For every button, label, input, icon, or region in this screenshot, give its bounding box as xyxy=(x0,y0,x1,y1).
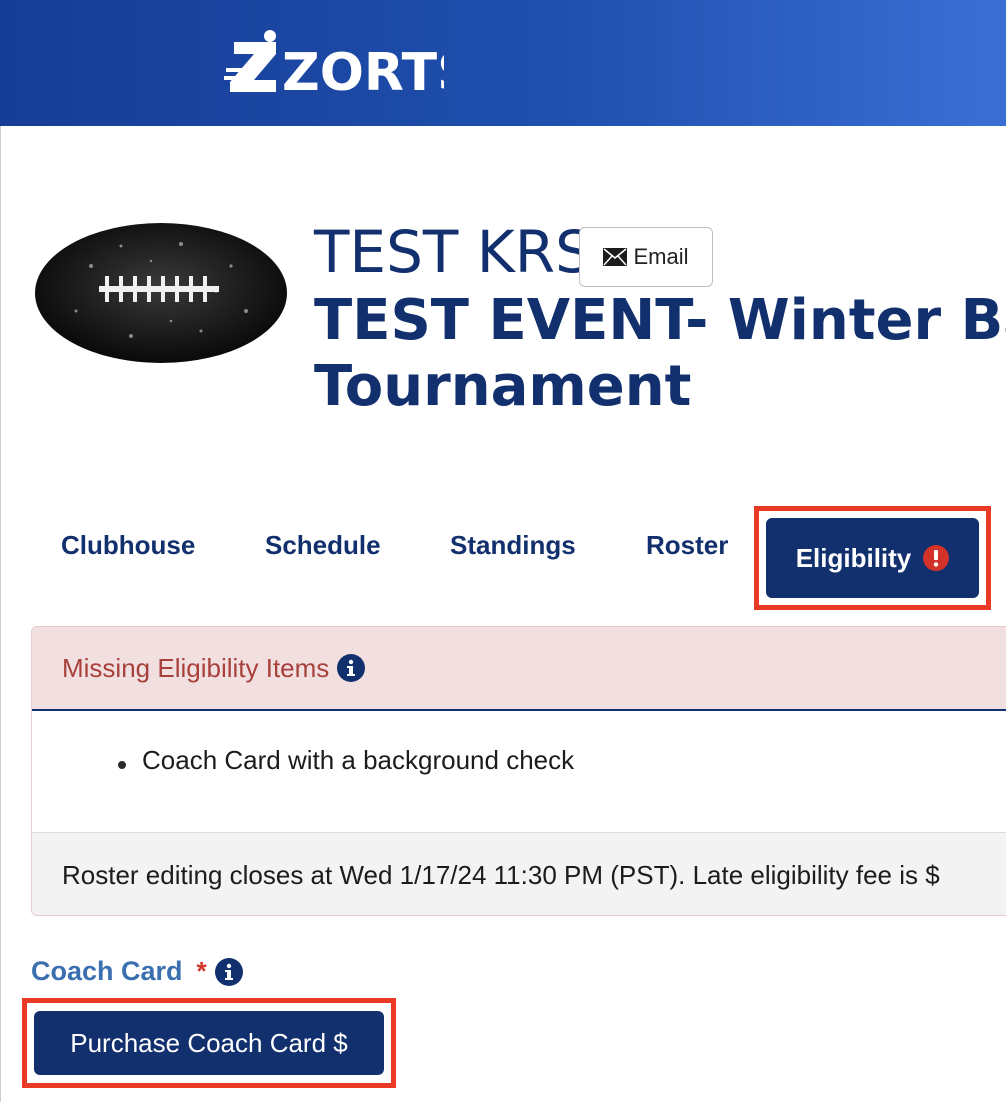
top-header-bar: ZORTS xyxy=(0,0,1006,126)
tab-standings[interactable]: Standings xyxy=(450,530,576,561)
logo-text: ZORTS xyxy=(282,43,444,100)
alert-icon xyxy=(923,545,950,571)
required-marker: * xyxy=(196,956,207,986)
panel-footer: Roster editing closes at Wed 1/17/24 11:… xyxy=(32,833,1006,915)
event-title-line-2: Tournament xyxy=(314,354,692,419)
tab-clubhouse[interactable]: Clubhouse xyxy=(61,530,195,561)
panel-title: Missing Eligibility Items xyxy=(62,652,330,683)
coach-card-label: Coach Card xyxy=(31,956,183,986)
main-content: TEST KRS Email TEST EVENT- Winter Bash T… xyxy=(0,126,1006,1102)
envelope-icon xyxy=(603,248,628,266)
list-item: Coach Card with a background check xyxy=(142,745,575,775)
missing-eligibility-panel: Missing Eligibility Items Coach Card wit… xyxy=(31,626,1006,916)
email-button-label: Email xyxy=(633,244,689,269)
zorts-logo[interactable]: ZORTS xyxy=(224,28,444,100)
event-tabs: Clubhouse Schedule Standings Roster Elig… xyxy=(1,506,1006,610)
info-icon[interactable] xyxy=(214,957,243,986)
email-button[interactable]: Email xyxy=(579,227,713,287)
panel-body: Coach Card with a background check xyxy=(32,711,1006,833)
tab-eligibility-label: Eligibility xyxy=(795,542,912,573)
coach-card-label-row: Coach Card * xyxy=(31,956,243,987)
roster-notice: Roster editing closes at Wed 1/17/24 11:… xyxy=(62,859,940,890)
info-icon[interactable] xyxy=(337,654,366,682)
event-title-line-1: TEST EVENT- Winter Bash xyxy=(314,288,1006,353)
purchase-coach-card-button[interactable]: Purchase Coach Card $ xyxy=(34,1011,384,1075)
team-name: TEST KRS xyxy=(314,218,592,286)
list-bullet xyxy=(118,761,126,769)
event-title: TEST EVENT- Winter Bash Tournament xyxy=(314,288,1006,420)
football-icon xyxy=(35,223,287,363)
tab-schedule[interactable]: Schedule xyxy=(265,530,381,561)
tab-roster[interactable]: Roster xyxy=(646,530,728,561)
panel-header: Missing Eligibility Items xyxy=(32,627,1006,711)
tab-eligibility[interactable]: Eligibility xyxy=(766,518,979,598)
